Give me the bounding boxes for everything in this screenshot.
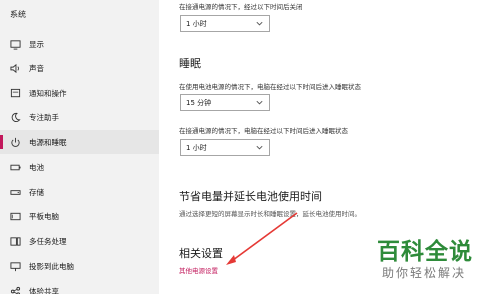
sidebar-item-focus[interactable]: 专注助手 [0, 105, 159, 129]
power-icon [9, 136, 21, 148]
sidebar-item-storage[interactable]: 存储 [0, 180, 159, 204]
additional-power-settings-link[interactable]: 其他电源设置 [179, 265, 218, 275]
sidebar-item-display[interactable]: 显示 [0, 32, 159, 56]
settings-window: 系统 显示 声音 通知和操作 专注助手 电源和睡眠 电池 存储 平板电脑 多任务… [0, 0, 500, 294]
sidebar-item-label: 电源和睡眠 [29, 137, 67, 147]
battery-icon [9, 161, 21, 173]
sleep-battery-dropdown[interactable]: 15 分钟 [180, 94, 270, 111]
monitor-icon [9, 38, 21, 50]
chevron-down-icon [256, 100, 263, 105]
sidebar: 系统 显示 声音 通知和操作 专注助手 电源和睡眠 电池 存储 平板电脑 多任务… [0, 0, 159, 294]
sidebar-item-sound[interactable]: 声音 [0, 56, 159, 80]
sidebar-item-battery[interactable]: 电池 [0, 155, 159, 179]
sidebar-item-projecting[interactable]: 投影到此电脑 [0, 254, 159, 278]
watermark-title: 百科全说 [377, 239, 473, 265]
project-icon [9, 260, 21, 272]
tablet-icon [9, 210, 21, 222]
sidebar-item-label: 电池 [29, 162, 44, 172]
sidebar-item-label: 多任务处理 [29, 236, 67, 246]
dropdown-value: 15 分钟 [186, 98, 212, 107]
sidebar-item-tablet[interactable]: 平板电脑 [0, 204, 159, 228]
chevron-down-icon [256, 145, 263, 150]
sidebar-title: 系统 [10, 10, 26, 19]
screen-plugged-dropdown[interactable]: 1 小时 [180, 15, 270, 32]
save-power-description: 通过选择更短的屏幕显示时长和睡眠设置，延长电池使用时间。 [179, 210, 361, 218]
chevron-down-icon [256, 21, 263, 26]
sleep-title: 睡眠 [179, 57, 201, 70]
sidebar-item-label: 专注助手 [29, 112, 59, 122]
save-power-title: 节省电量并延长电池使用时间 [179, 190, 322, 203]
active-indicator [0, 135, 3, 149]
storage-icon [9, 186, 21, 198]
speaker-icon [9, 62, 21, 74]
sidebar-item-label: 显示 [29, 39, 44, 49]
sleep-plugged-hint: 在接通电源的情况下，电脑在经过以下时间后进入睡眠状态 [179, 127, 348, 135]
dropdown-value: 1 小时 [186, 19, 207, 28]
share-icon [9, 285, 21, 294]
sidebar-item-notifications[interactable]: 通知和操作 [0, 81, 159, 105]
sidebar-item-label: 投影到此电脑 [29, 261, 74, 271]
sidebar-item-label: 体验共享 [29, 286, 59, 294]
sidebar-item-multitasking[interactable]: 多任务处理 [0, 229, 159, 253]
sidebar-item-shared-experiences[interactable]: 体验共享 [0, 279, 159, 294]
notification-icon [9, 87, 21, 99]
sidebar-item-label: 通知和操作 [29, 88, 67, 98]
watermark: 百科全说 助你轻松解决 [372, 232, 490, 286]
sidebar-item-label: 平板电脑 [29, 211, 59, 221]
dropdown-value: 1 小时 [186, 143, 207, 152]
sleep-battery-hint: 在使用电池电源的情况下，电脑在经过以下时间后进入睡眠状态 [179, 83, 361, 91]
sidebar-item-label: 声音 [29, 63, 44, 73]
watermark-subtitle: 助你轻松解决 [382, 266, 467, 280]
multitask-icon [9, 235, 21, 247]
sidebar-item-power-sleep[interactable]: 电源和睡眠 [0, 130, 159, 154]
sleep-plugged-dropdown[interactable]: 1 小时 [180, 139, 270, 156]
sidebar-item-label: 存储 [29, 187, 44, 197]
screen-plugged-hint: 在接通电源的情况下，经过以下时间后关闭 [179, 3, 303, 11]
related-settings-title: 相关设置 [179, 247, 223, 260]
moon-icon [9, 111, 21, 123]
